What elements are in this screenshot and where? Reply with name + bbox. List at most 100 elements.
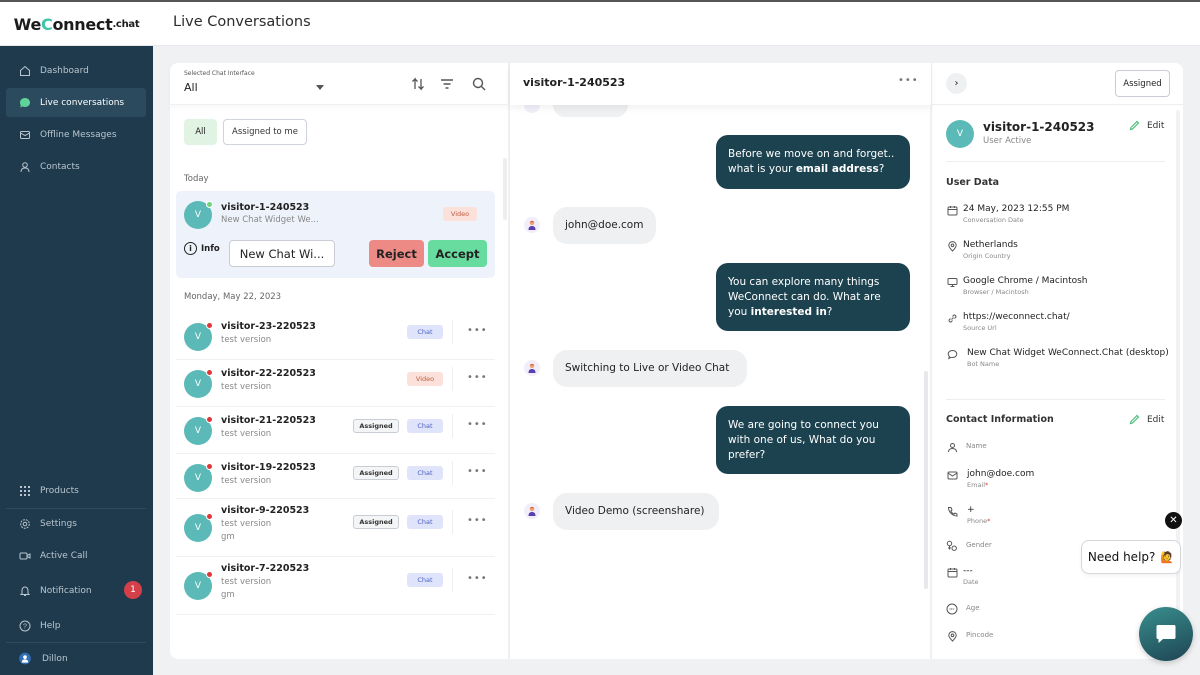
- assigned-button[interactable]: Assigned: [1115, 70, 1170, 97]
- message-text: Video Demo (screenshare): [565, 505, 705, 517]
- chat-icon: [1156, 625, 1176, 643]
- conversation-row[interactable]: Vvisitor-21-220523 test version Assigned Ch…: [176, 407, 495, 454]
- channel-tag: Video: [443, 207, 477, 221]
- visitor-avatar-icon: [524, 503, 540, 519]
- sidebar-item-label: Active Call: [40, 550, 88, 561]
- home-icon: [19, 65, 31, 77]
- info-icon: i: [184, 242, 197, 255]
- field-value: ---: [963, 566, 973, 576]
- sidebar-item-label: Notification: [40, 585, 92, 596]
- filter-all-chip[interactable]: All: [184, 119, 217, 145]
- edit-label: Edit: [1147, 414, 1165, 425]
- chat-widget-button[interactable]: New Chat Wi...: [229, 240, 335, 267]
- conversation-row[interactable]: Vvisitor-23-220523 test version Chat •••: [176, 313, 495, 360]
- filter-assigned-to-me-chip[interactable]: Assigned to me: [223, 119, 307, 145]
- section-label-today: Today: [184, 174, 209, 184]
- more-options-icon[interactable]: •••: [467, 419, 488, 430]
- age-icon: [946, 603, 958, 615]
- need-help-popup[interactable]: Need help? 🙋: [1081, 540, 1181, 574]
- more-options-icon[interactable]: •••: [467, 573, 488, 584]
- unread-status-dot: [206, 322, 213, 329]
- conversation-row[interactable]: Vvisitor-9-220523 test version gm Assigned C…: [176, 499, 495, 557]
- info-button[interactable]: i Info: [184, 242, 220, 255]
- chat-launcher-button[interactable]: [1139, 607, 1193, 661]
- divider: [946, 161, 1165, 162]
- message-bubble-outgoing: You can explore many things WeConnect ca…: [716, 263, 910, 331]
- sidebar-user-profile[interactable]: Dillon: [6, 644, 146, 673]
- conversation-row[interactable]: Vvisitor-7-220523 test version gm Chat •••: [176, 557, 495, 615]
- chat-title: visitor-1-240523: [523, 76, 626, 89]
- sidebar-item-contacts[interactable]: Contacts: [6, 152, 146, 181]
- conversation-name: visitor-7-220523: [221, 563, 310, 574]
- conversation-name: visitor-9-220523: [221, 505, 310, 516]
- chat-interface-select[interactable]: All: [184, 81, 198, 94]
- close-widget-button[interactable]: ✕: [1165, 512, 1182, 529]
- reject-button[interactable]: Reject: [369, 240, 424, 267]
- field-value: 24 May, 2023 12:55 PM: [963, 204, 1070, 214]
- message-text: You can explore many things WeConnect ca…: [728, 275, 881, 318]
- more-options-icon[interactable]: •••: [898, 75, 919, 86]
- comment-icon: [946, 348, 958, 360]
- accept-button[interactable]: Accept: [428, 240, 487, 267]
- unread-status-dot: [206, 571, 213, 578]
- sidebar-item-offline-messages[interactable]: Offline Messages: [6, 120, 146, 149]
- visitor-avatar-icon: [524, 217, 540, 233]
- location-icon: [946, 630, 958, 642]
- channel-tag: Chat: [407, 325, 443, 339]
- unread-status-dot: [206, 416, 213, 423]
- link-icon: [946, 312, 958, 324]
- field-label: Conversation Date: [963, 216, 1024, 224]
- conversation-name: visitor-22-220523: [221, 368, 316, 379]
- visitor-name: visitor-1-240523: [983, 120, 1095, 134]
- calendar-icon: [946, 204, 958, 216]
- list-scrollbar[interactable]: [503, 158, 507, 220]
- more-options-icon[interactable]: •••: [467, 372, 488, 383]
- sidebar-item-help[interactable]: ? Help: [6, 611, 146, 640]
- sort-icon[interactable]: [411, 77, 427, 91]
- edit-contact-button[interactable]: Edit: [1129, 414, 1164, 425]
- more-options-icon[interactable]: •••: [467, 325, 488, 336]
- channel-tag: Chat: [407, 573, 443, 587]
- more-options-icon[interactable]: •••: [467, 466, 488, 477]
- field-label: Phone: [967, 517, 988, 525]
- conversation-name: visitor-23-220523: [221, 321, 316, 332]
- unread-status-dot: [206, 463, 213, 470]
- sidebar-item-label: Dashboard: [40, 65, 89, 76]
- conversation-subtitle: test version: [221, 577, 272, 587]
- source-url-link[interactable]: https://weconnect.chat/: [963, 312, 1070, 322]
- chat-scrollbar[interactable]: [924, 371, 928, 589]
- list-header: Selected Chat Interface All: [170, 63, 508, 105]
- divider: [452, 461, 453, 485]
- chevron-down-icon[interactable]: [316, 85, 324, 90]
- user-data-title: User Data: [946, 177, 1000, 188]
- conversation-row[interactable]: Vvisitor-19-220523 test version Assigned Ch…: [176, 454, 495, 499]
- svg-text:?: ?: [23, 623, 27, 630]
- field-label: Date: [963, 578, 979, 586]
- message-text: Before we move on and forget.. what is y…: [728, 148, 895, 175]
- channel-tag: Chat: [407, 466, 443, 480]
- more-options-icon[interactable]: •••: [467, 515, 488, 526]
- sidebar-item-live-conversations[interactable]: Live conversations: [6, 88, 146, 117]
- sidebar-item-products[interactable]: Products: [6, 476, 146, 505]
- sidebar-item-active-call[interactable]: Active Call: [6, 541, 146, 570]
- sidebar-item-dashboard[interactable]: Dashboard: [6, 56, 146, 85]
- conversation-subtitle: test version: [221, 476, 272, 486]
- field-value: Netherlands: [963, 240, 1018, 250]
- conversation-name: visitor-1-240523: [221, 202, 310, 213]
- logo[interactable]: We Connect .chat: [0, 2, 153, 46]
- user-avatar-icon: [19, 652, 31, 665]
- edit-profile-button[interactable]: Edit: [1129, 120, 1164, 131]
- conversation-row[interactable]: Vvisitor-22-220523 test version Video •••: [176, 360, 495, 407]
- sidebar-item-label: Settings: [40, 518, 77, 529]
- gender-icon: [946, 540, 958, 552]
- collapse-panel-button[interactable]: ›: [946, 73, 967, 94]
- grid-icon: [19, 485, 31, 497]
- active-conversation-card[interactable]: V visitor-1-240523 New Chat Widget We...…: [176, 191, 495, 278]
- sidebar-item-settings[interactable]: Settings: [6, 509, 146, 538]
- sidebar-item-notification[interactable]: Notification 1: [6, 576, 146, 605]
- message-bubble-incoming: john@doe.com: [553, 207, 656, 244]
- search-icon[interactable]: [471, 77, 487, 91]
- top-bar: We Connect .chat Live Conversations: [0, 0, 1200, 46]
- assigned-tag: Assigned: [353, 515, 399, 529]
- filter-icon[interactable]: [439, 77, 455, 91]
